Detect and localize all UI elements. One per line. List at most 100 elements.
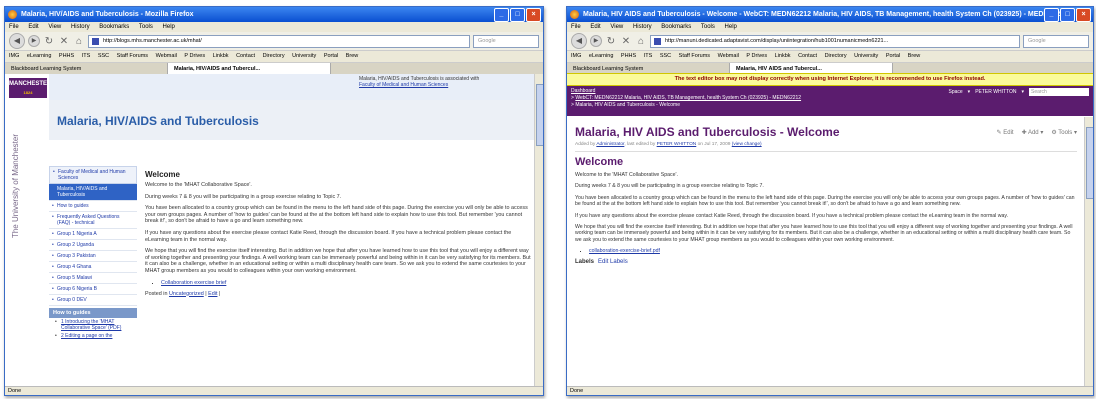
nav-group-5[interactable]: Group 5 Malawi [49, 273, 137, 284]
bookmark-item[interactable]: Webmail [156, 53, 177, 59]
search-input[interactable]: Google [1023, 34, 1089, 48]
menu-help[interactable]: Help [725, 24, 737, 30]
bookmark-item[interactable]: Directory [263, 53, 285, 59]
menu-edit[interactable]: Edit [28, 24, 38, 30]
edit-labels-link[interactable]: Edit Labels [598, 259, 628, 265]
bookmark-item[interactable]: Directory [825, 53, 847, 59]
stop-icon[interactable]: ✕ [58, 36, 70, 47]
address-bar[interactable]: http://manuni.dedicated.adaptavist.com/d… [650, 34, 1020, 48]
bookmark-item[interactable]: Brew [908, 53, 921, 59]
minimize-button[interactable]: _ [1044, 8, 1059, 22]
scrollbar-thumb[interactable] [1086, 127, 1093, 199]
scrollbar-thumb[interactable] [536, 84, 543, 146]
window-titlebar[interactable]: Malaria, HIV/AIDS and Tuberculosis - Moz… [5, 7, 543, 22]
menu-tools[interactable]: Tools [701, 24, 715, 30]
nav-faculty[interactable]: Faculty of Medical and Human Sciences [49, 166, 137, 184]
vertical-scrollbar[interactable] [1084, 117, 1093, 386]
maximize-button[interactable]: □ [510, 8, 525, 22]
nav-malaria-active[interactable]: Malaria, HIV/AIDS and Tuberculosis [49, 184, 137, 201]
user-menu[interactable]: PETER WHITTON [975, 89, 1016, 96]
stop-icon[interactable]: ✕ [620, 36, 632, 47]
close-button[interactable]: × [1076, 8, 1091, 22]
bookmark-item[interactable]: Brew [346, 53, 359, 59]
site-title[interactable]: Malaria, HIV/AIDS and Tuberculosis [57, 114, 259, 128]
nav-how-to-guides[interactable]: How to guides [49, 201, 137, 212]
menu-view[interactable]: View [610, 24, 623, 30]
bookmark-item[interactable]: Portal [324, 53, 338, 59]
reload-icon[interactable]: ↻ [605, 36, 617, 47]
category-link[interactable]: Uncategorized [169, 291, 204, 297]
bookmark-item[interactable]: Webmail [718, 53, 739, 59]
bookmark-item[interactable]: PHHS [621, 53, 636, 59]
exercise-brief-pdf-link[interactable]: collaboration-exercise-brief.pdf [589, 248, 660, 254]
maximize-button[interactable]: □ [1060, 8, 1075, 22]
tools-menu[interactable]: ⚙ Tools ▾ [1051, 129, 1077, 136]
breadcrumb-dashboard[interactable]: Dashboard [571, 88, 595, 94]
bookmark-item[interactable]: SSC [98, 53, 109, 59]
menu-tools[interactable]: Tools [139, 24, 153, 30]
menu-file[interactable]: File [571, 24, 581, 30]
forward-button[interactable]: ▶ [590, 35, 602, 47]
window-titlebar[interactable]: Malaria, HIV AIDS and Tuberculosis - Wel… [567, 7, 1093, 22]
bookmark-item[interactable]: eLearning [27, 53, 51, 59]
address-bar[interactable]: http://blogs.mhs.manchester.ac.uk/mhat/ [88, 34, 470, 48]
menu-help[interactable]: Help [163, 24, 175, 30]
menu-view[interactable]: View [48, 24, 61, 30]
nav-group-3[interactable]: Group 3 Pakistan [49, 251, 137, 262]
bookmark-item[interactable]: Contact [236, 53, 255, 59]
back-button[interactable]: ◀ [571, 33, 587, 49]
nav-group-6[interactable]: Group 6 Nigeria B [49, 284, 137, 295]
bookmark-item[interactable]: University [854, 53, 878, 59]
bookmark-item[interactable]: ITS [644, 53, 653, 59]
wiki-search-input[interactable]: Search [1029, 88, 1089, 96]
author-link[interactable]: Administrator [596, 142, 624, 147]
university-logo[interactable]: MANCHESTER 1824 [9, 78, 51, 98]
add-menu[interactable]: ✚ Add ▾ [1022, 129, 1044, 136]
bookmark-item[interactable]: PHHS [59, 53, 74, 59]
bookmark-item[interactable]: ITS [82, 53, 91, 59]
minimize-button[interactable]: _ [494, 8, 509, 22]
menu-bookmarks[interactable]: Bookmarks [99, 24, 129, 30]
nav-group-2[interactable]: Group 2 Uganda [49, 240, 137, 251]
vertical-scrollbar[interactable] [534, 74, 543, 386]
menu-history[interactable]: History [633, 24, 652, 30]
bookmark-item[interactable]: University [292, 53, 316, 59]
bookmark-item[interactable]: Staff Forums [679, 53, 710, 59]
menu-edit[interactable]: Edit [590, 24, 600, 30]
home-icon[interactable]: ⌂ [73, 36, 85, 47]
exercise-brief-link[interactable]: Collaboration exercise brief [161, 280, 226, 286]
bookmark-item[interactable]: Linkbk [775, 53, 791, 59]
bookmark-item[interactable]: P Drives [184, 53, 205, 59]
forward-button[interactable]: ▶ [28, 35, 40, 47]
bookmark-item[interactable]: Staff Forums [117, 53, 148, 59]
view-change-link[interactable]: (view change) [732, 142, 762, 147]
bookmark-item[interactable]: IMG [9, 53, 19, 59]
home-icon[interactable]: ⌂ [635, 36, 647, 47]
bookmark-item[interactable]: P Drives [746, 53, 767, 59]
nav-group-1[interactable]: Group 1 Nigeria A [49, 229, 137, 240]
reload-icon[interactable]: ↻ [43, 36, 55, 47]
breadcrumb-space[interactable]: WebCT: MEDN62212 Malaria, HIV AIDS, TB M… [575, 95, 801, 101]
bookmark-item[interactable]: IMG [571, 53, 581, 59]
nav-faq[interactable]: Frequently Asked Questions (FAQ) - techn… [49, 212, 137, 229]
editor-link[interactable]: PETER WHITTON [657, 142, 697, 147]
guide-link-2[interactable]: 2 Editing a page on the [49, 332, 137, 340]
back-button[interactable]: ◀ [9, 33, 25, 49]
close-button[interactable]: × [526, 8, 541, 22]
menu-file[interactable]: File [9, 24, 19, 30]
search-input[interactable]: Google [473, 34, 539, 48]
nav-group-0[interactable]: Group 0 DEV [49, 295, 137, 306]
bookmark-item[interactable]: Contact [798, 53, 817, 59]
guide-link-1[interactable]: 1 Introducing the 'MHAT Collaborative Sp… [49, 318, 137, 332]
nav-group-4[interactable]: Group 4 Ghana [49, 262, 137, 273]
edit-button[interactable]: ✎ Edit [997, 129, 1014, 136]
bookmark-item[interactable]: Linkbk [213, 53, 229, 59]
menu-history[interactable]: History [71, 24, 90, 30]
bookmark-item[interactable]: Portal [886, 53, 900, 59]
edit-post-link[interactable]: Edit [208, 291, 217, 297]
faculty-link[interactable]: Faculty of Medical and Human Sciences [359, 82, 448, 88]
bookmark-item[interactable]: eLearning [589, 53, 613, 59]
menu-bookmarks[interactable]: Bookmarks [661, 24, 691, 30]
space-menu[interactable]: Space [948, 89, 962, 96]
bookmark-item[interactable]: SSC [660, 53, 671, 59]
